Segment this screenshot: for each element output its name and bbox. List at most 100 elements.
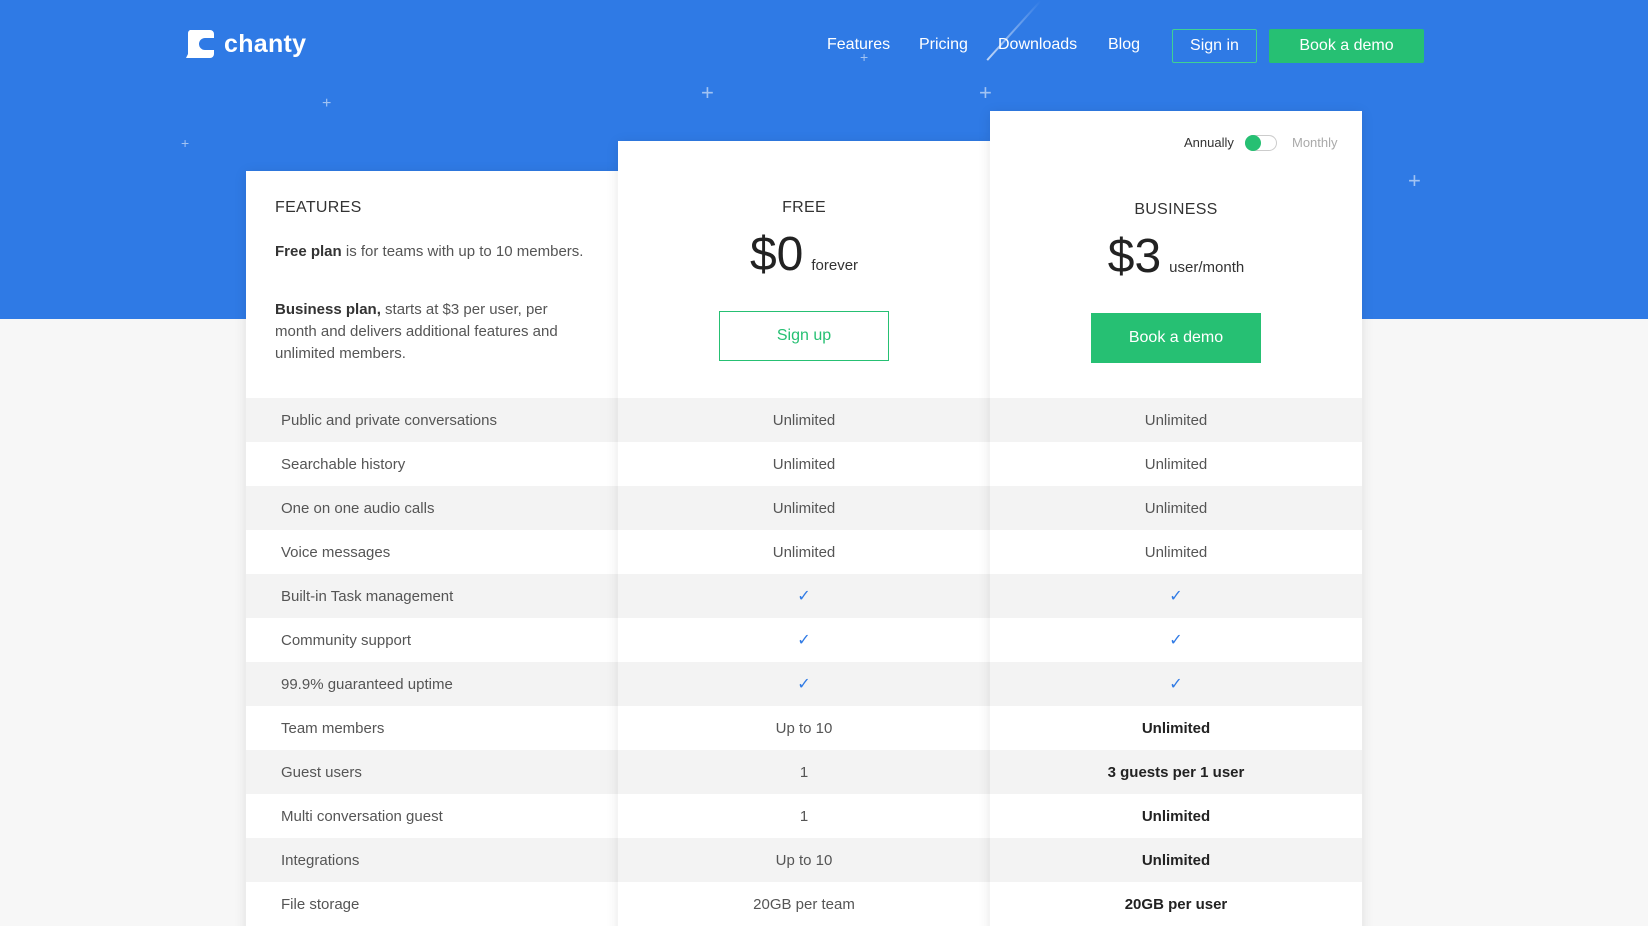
free-value: 1 [799, 807, 809, 825]
feature-label: Integrations [281, 851, 360, 869]
business-value-row: Unlimited [990, 486, 1362, 530]
sign-in-button[interactable]: Sign in [1172, 29, 1257, 63]
business-value: Unlimited [1144, 543, 1208, 561]
plan-name-business: BUSINESS [1134, 201, 1218, 218]
free-value-row: Unlimited [618, 486, 990, 530]
business-value-row: 20GB per user [990, 882, 1362, 926]
billing-toggle-row: Annually Monthly [990, 133, 1362, 153]
business-value-row: Unlimited [990, 442, 1362, 486]
nav-features[interactable]: Features [827, 36, 890, 54]
business-value: Unlimited [1141, 851, 1211, 869]
nav-downloads[interactable]: Downloads [998, 36, 1077, 54]
feature-row: Public and private conversations [246, 398, 618, 442]
free-value-row: 1 [618, 794, 990, 838]
business-value-row: ✓ [990, 662, 1362, 706]
billing-monthly-label[interactable]: Monthly [1292, 135, 1338, 150]
feature-label: One on one audio calls [281, 499, 435, 517]
business-value: 3 guests per 1 user [1107, 763, 1245, 781]
feature-row: One on one audio calls [246, 486, 618, 530]
features-column: FEATURES Free plan is for teams with up … [246, 171, 618, 926]
free-value-row: Unlimited [618, 442, 990, 486]
sign-up-button[interactable]: Sign up [719, 311, 889, 361]
business-plan-column: Annually Monthly BUSINESS $3 user/month … [990, 111, 1362, 926]
feature-label: Guest users [281, 763, 362, 781]
business-value: Unlimited [1141, 719, 1211, 737]
sparkle-icon: + [701, 80, 714, 105]
check-icon: ✓ [1169, 588, 1183, 605]
feature-row: Team members [246, 706, 618, 750]
business-value: Unlimited [1144, 411, 1208, 429]
price-amount: $3 [1107, 230, 1162, 283]
free-value-row: ✓ [618, 618, 990, 662]
features-title: FEATURES [275, 199, 362, 216]
business-plan-description: Business plan, starts at $3 per user, pe… [275, 301, 558, 362]
feature-row: Built-in Task management [246, 574, 618, 618]
free-value-row: Up to 10 [618, 838, 990, 882]
check-icon: ✓ [1169, 632, 1183, 649]
price-amount: $0 [749, 228, 804, 281]
check-icon: ✓ [797, 588, 811, 605]
nav-blog[interactable]: Blog [1108, 36, 1140, 54]
feature-row: Community support [246, 618, 618, 662]
sparkle-icon: + [181, 135, 190, 151]
feature-label: 99.9% guaranteed uptime [281, 675, 453, 693]
free-value: Unlimited [772, 499, 836, 517]
free-value-row: ✓ [618, 574, 990, 618]
feature-label: Team members [281, 719, 385, 737]
sparkle-icon: + [1408, 168, 1421, 193]
sparkle-icon: + [979, 80, 992, 105]
price-business: $3 user/month [990, 229, 1362, 284]
free-value: Unlimited [772, 455, 836, 473]
free-value: 1 [799, 763, 809, 781]
price-free: $0 forever [618, 227, 990, 282]
free-value: Unlimited [772, 411, 836, 429]
feature-label: Multi conversation guest [281, 807, 443, 825]
feature-row: Guest users [246, 750, 618, 794]
business-value-row: Unlimited [990, 838, 1362, 882]
price-unit: user/month [1169, 259, 1245, 276]
free-value: Up to 10 [775, 851, 833, 869]
free-value-row: 20GB per team [618, 882, 990, 926]
business-value-row: ✓ [990, 574, 1362, 618]
feature-label: Community support [281, 631, 412, 649]
free-value: Unlimited [772, 543, 836, 561]
business-value: 20GB per user [1124, 895, 1228, 913]
book-demo-card-button[interactable]: Book a demo [1091, 313, 1261, 363]
book-demo-button[interactable]: Book a demo [1269, 29, 1424, 63]
feature-label: Voice messages [281, 543, 391, 561]
feature-label: Searchable history [281, 455, 406, 473]
free-value-row: 1 [618, 750, 990, 794]
free-value-row: Unlimited [618, 530, 990, 574]
sparkle-icon: + [322, 95, 332, 112]
plan-name-free: FREE [782, 199, 826, 216]
billing-toggle[interactable] [1245, 135, 1277, 151]
check-icon: ✓ [797, 632, 811, 649]
nav-pricing[interactable]: Pricing [919, 36, 968, 54]
feature-label: Built-in Task management [281, 587, 454, 605]
feature-row: Searchable history [246, 442, 618, 486]
free-value-row: Unlimited [618, 398, 990, 442]
billing-annually-label[interactable]: Annually [1184, 135, 1234, 150]
business-value: Unlimited [1144, 499, 1208, 517]
feature-row: File storage [246, 882, 618, 926]
business-value-row: Unlimited [990, 530, 1362, 574]
free-value-row: ✓ [618, 662, 990, 706]
feature-label: Public and private conversations [281, 411, 497, 429]
feature-row: 99.9% guaranteed uptime [246, 662, 618, 706]
free-value-row: Up to 10 [618, 706, 990, 750]
toggle-knob [1245, 135, 1261, 151]
free-plan-column: FREE $0 forever Sign up Unlimited Unlimit… [618, 141, 990, 926]
check-icon: ✓ [797, 676, 811, 693]
feature-row: Multi conversation guest [246, 794, 618, 838]
business-value-row: Unlimited [990, 398, 1362, 442]
free-value: 20GB per team [753, 895, 855, 913]
business-value: Unlimited [1144, 455, 1208, 473]
business-value-row: ✓ [990, 618, 1362, 662]
free-plan-description: Free plan is for teams with up to 10 mem… [275, 243, 584, 260]
feature-row: Integrations [246, 838, 618, 882]
business-value: Unlimited [1141, 807, 1211, 825]
free-value: Up to 10 [775, 719, 833, 737]
check-icon: ✓ [1169, 676, 1183, 693]
price-unit: forever [811, 257, 859, 274]
feature-label: File storage [281, 895, 360, 913]
